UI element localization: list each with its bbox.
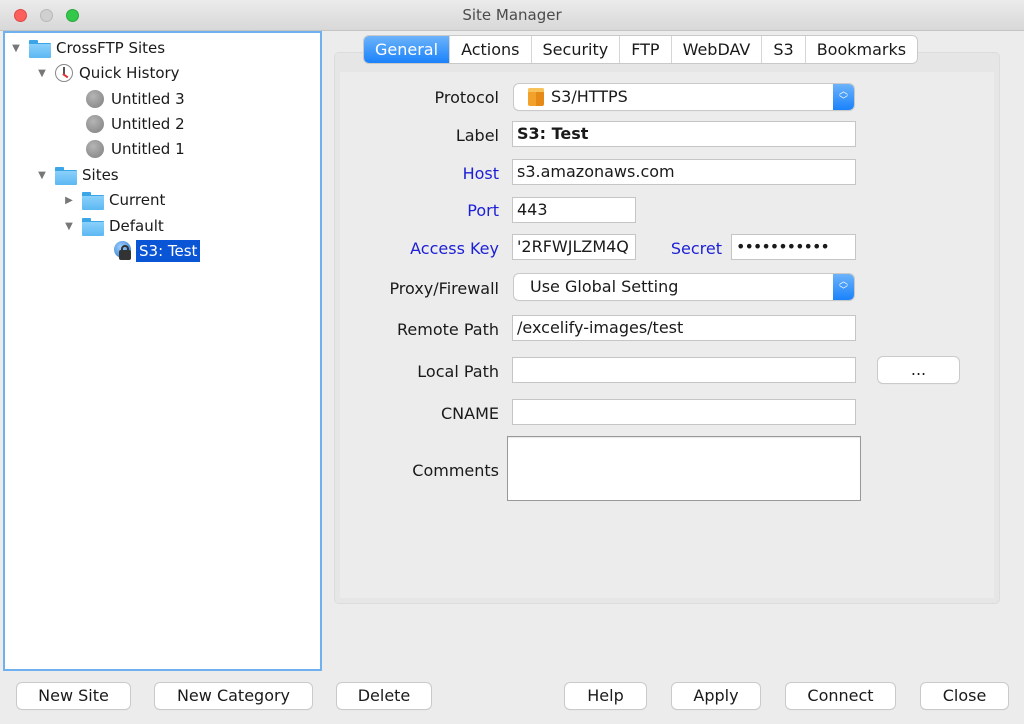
tab-ftp[interactable]: FTP <box>619 36 671 63</box>
title-bar: Site Manager <box>0 0 1024 31</box>
connect-button[interactable]: Connect <box>786 683 895 709</box>
tree-node-history-item[interactable]: Untitled 1 <box>86 138 185 160</box>
tree-node-label: S3: Test <box>136 240 201 262</box>
protocol-value: S3/HTTPS <box>551 87 628 106</box>
port-label: Port <box>467 201 499 220</box>
browse-local-path-button[interactable]: ... <box>878 357 959 383</box>
tab-actions[interactable]: Actions <box>449 36 531 63</box>
expand-arrow-icon[interactable]: ▼ <box>11 43 21 54</box>
cname-label: CNAME <box>441 404 499 423</box>
label-input[interactable]: S3: Test <box>512 121 856 147</box>
tree-node-label: CrossFTP Sites <box>56 39 166 57</box>
tree-node-s3-test[interactable]: S3: Test <box>113 240 201 262</box>
folder-icon <box>55 166 77 185</box>
remote-path-label: Remote Path <box>397 320 499 339</box>
proxy-firewall-label: Proxy/Firewall <box>389 279 499 298</box>
tree-node-default[interactable]: ▼ Default <box>64 215 164 237</box>
help-button[interactable]: Help <box>565 683 646 709</box>
secure-site-icon <box>113 241 133 261</box>
expand-arrow-icon[interactable]: ▼ <box>37 170 47 181</box>
folder-icon <box>82 191 104 210</box>
label-label: Label <box>455 126 499 145</box>
delete-button[interactable]: Delete <box>337 683 431 709</box>
tree-node-sites[interactable]: ▼ Sites <box>37 164 119 186</box>
host-input[interactable]: s3.amazonaws.com <box>512 159 856 185</box>
expand-arrow-icon[interactable]: ▼ <box>64 221 74 232</box>
up-down-chevron-icon: ︿ ﹀ <box>833 84 854 110</box>
tab-security[interactable]: Security <box>530 36 620 63</box>
port-input[interactable]: 443 <box>512 197 636 223</box>
expand-arrow-icon[interactable]: ▼ <box>37 68 47 79</box>
folder-icon <box>82 217 104 236</box>
tree-node-quick-history[interactable]: ▼ Quick History <box>37 62 180 84</box>
tree-node-crossftp-sites[interactable]: ▼ CrossFTP Sites <box>11 37 165 59</box>
clock-icon <box>55 64 73 82</box>
tree-node-label: Sites <box>82 166 119 184</box>
proxy-firewall-value: Use Global Setting <box>530 277 679 296</box>
site-tree[interactable]: ▼ CrossFTP Sites ▼ Quick History Untitle… <box>3 31 322 671</box>
s3-cube-icon <box>528 88 544 106</box>
folder-icon <box>29 39 51 58</box>
access-key-input[interactable]: '2RFWJLZM4Q <box>512 234 636 260</box>
tree-node-history-item[interactable]: Untitled 2 <box>86 113 185 135</box>
tab-webdav[interactable]: WebDAV <box>670 36 762 63</box>
tree-node-label: Current <box>109 191 166 209</box>
tab-bookmarks[interactable]: Bookmarks <box>804 36 918 63</box>
close-button[interactable]: Close <box>921 683 1008 709</box>
tree-node-label: Default <box>109 217 164 235</box>
tree-node-current[interactable]: ▶ Current <box>64 189 165 211</box>
secret-label: Secret <box>670 239 722 258</box>
secret-input[interactable]: ••••••••••• <box>731 234 856 260</box>
new-site-button[interactable]: New Site <box>17 683 130 709</box>
protocol-label: Protocol <box>434 88 499 107</box>
apply-button[interactable]: Apply <box>672 683 760 709</box>
up-down-chevron-icon: ︿ ﹀ <box>833 274 854 300</box>
new-category-button[interactable]: New Category <box>155 683 312 709</box>
tree-node-history-item[interactable]: Untitled 3 <box>86 88 185 110</box>
cname-input[interactable] <box>512 399 856 425</box>
protocol-select[interactable]: S3/HTTPS ︿ ﹀ <box>514 84 854 110</box>
window-title: Site Manager <box>462 6 562 24</box>
history-site-icon <box>86 90 104 108</box>
comments-textarea[interactable] <box>507 436 861 501</box>
access-key-label: Access Key <box>410 239 499 258</box>
history-site-icon <box>86 115 104 133</box>
comments-label: Comments <box>412 461 499 480</box>
local-path-label: Local Path <box>417 362 499 381</box>
tree-node-label: Quick History <box>79 64 180 82</box>
tab-s3[interactable]: S3 <box>761 36 805 63</box>
history-site-icon <box>86 140 104 158</box>
proxy-firewall-select[interactable]: Use Global Setting ︿ ﹀ <box>514 274 854 300</box>
tab-general[interactable]: General <box>364 36 450 63</box>
collapse-arrow-icon[interactable]: ▶ <box>64 195 74 206</box>
remote-path-input[interactable]: /excelify-images/test <box>512 315 856 341</box>
settings-tabs: General Actions Security FTP WebDAV S3 B… <box>364 36 918 63</box>
tree-node-label: Untitled 1 <box>111 140 185 158</box>
local-path-input[interactable] <box>512 357 856 383</box>
host-label: Host <box>462 164 499 183</box>
tree-node-label: Untitled 2 <box>111 115 185 133</box>
tree-node-label: Untitled 3 <box>111 90 185 108</box>
